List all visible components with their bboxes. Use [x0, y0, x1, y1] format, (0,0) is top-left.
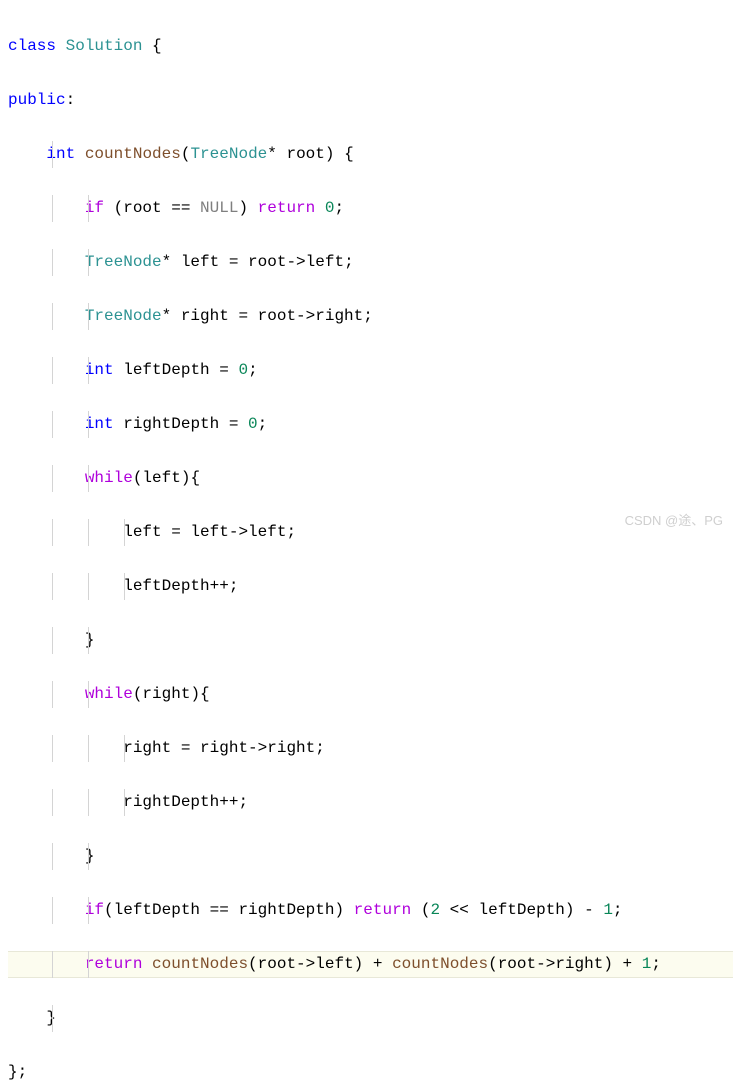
member: left: [315, 955, 353, 973]
keyword-public: public: [8, 91, 66, 109]
code-line: if (root == NULL) return 0;: [8, 195, 733, 222]
keyword-int: int: [85, 415, 114, 433]
number-literal: 1: [642, 955, 652, 973]
keyword-int: int: [85, 361, 114, 379]
keyword-class: class: [8, 37, 56, 55]
class-name: Solution: [66, 37, 143, 55]
code-line: int countNodes(TreeNode* root) {: [8, 141, 733, 168]
code-line: while(right){: [8, 681, 733, 708]
code-line: public:: [8, 87, 733, 114]
watermark: CSDN @途、PG: [625, 507, 723, 534]
keyword-while: while: [85, 685, 133, 703]
null-literal: NULL: [200, 199, 238, 217]
code-line: class Solution {: [8, 33, 733, 60]
keyword-while: while: [85, 469, 133, 487]
member: left: [306, 253, 344, 271]
type-name: TreeNode: [190, 145, 267, 163]
code-line: }: [8, 843, 733, 870]
member: right: [555, 955, 603, 973]
member: right: [315, 307, 363, 325]
keyword-return: return: [258, 199, 316, 217]
code-block: class Solution { public: int countNodes(…: [8, 6, 733, 1080]
function-name: countNodes: [85, 145, 181, 163]
code-line: leftDepth++;: [8, 573, 733, 600]
code-line-highlighted: return countNodes(root->left) + countNod…: [8, 951, 733, 978]
number-literal: 1: [603, 901, 613, 919]
number-literal: 0: [248, 415, 258, 433]
code-line: TreeNode* right = root->right;: [8, 303, 733, 330]
keyword-int: int: [46, 145, 75, 163]
code-line: TreeNode* left = root->left;: [8, 249, 733, 276]
function-call: countNodes: [392, 955, 488, 973]
type-name: TreeNode: [85, 253, 162, 271]
code-line: rightDepth++;: [8, 789, 733, 816]
code-line: }: [8, 1005, 733, 1032]
member: right: [267, 739, 315, 757]
code-line: int rightDepth = 0;: [8, 411, 733, 438]
number-literal: 0: [238, 361, 248, 379]
code-line: int leftDepth = 0;: [8, 357, 733, 384]
number-literal: 2: [430, 901, 440, 919]
code-line: }: [8, 627, 733, 654]
code-line: if(leftDepth == rightDepth) return (2 <<…: [8, 897, 733, 924]
code-line: right = right->right;: [8, 735, 733, 762]
member: left: [248, 523, 286, 541]
code-line: };: [8, 1059, 733, 1080]
keyword-return: return: [354, 901, 412, 919]
code-line: while(left){: [8, 465, 733, 492]
keyword-return: return: [85, 955, 143, 973]
type-name: TreeNode: [85, 307, 162, 325]
function-call: countNodes: [152, 955, 248, 973]
